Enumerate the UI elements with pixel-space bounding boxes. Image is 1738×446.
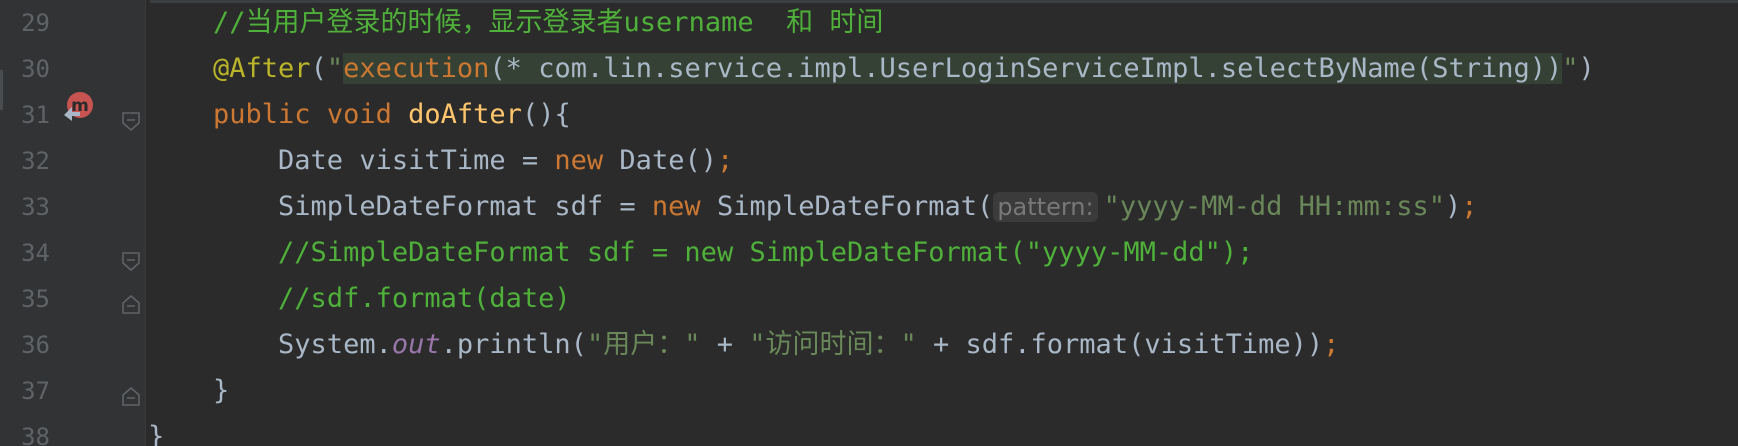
code-token: new <box>651 191 701 222</box>
line-number[interactable]: 31 <box>6 98 50 132</box>
code-token: //sdf.format(date) <box>278 283 571 314</box>
code-text[interactable]: SimpleDateFormat sdf = new SimpleDateFor… <box>148 190 1478 224</box>
code-token: " <box>1562 53 1579 84</box>
code-text[interactable]: } <box>148 374 229 408</box>
selection-highlight: execution(* com.lin.service.impl.UserLog… <box>343 53 1563 84</box>
code-token: (){ <box>521 99 571 130</box>
code-token: execution <box>343 53 490 84</box>
code-token: ( <box>310 53 327 84</box>
line-number[interactable]: 35 <box>6 282 50 316</box>
line-number[interactable]: 37 <box>6 374 50 408</box>
code-token: } <box>148 375 230 406</box>
code-text[interactable]: Date visitTime = new Date(); <box>148 144 733 178</box>
code-line[interactable]: 33 SimpleDateFormat sdf = new SimpleDate… <box>0 184 1738 230</box>
overriding-method-icon[interactable]: m <box>60 89 96 125</box>
code-token: void <box>326 99 392 130</box>
line-number[interactable]: 36 <box>6 328 50 362</box>
fold-start-icon[interactable] <box>122 248 140 272</box>
code-token: new <box>554 145 604 176</box>
code-token: public <box>213 99 311 130</box>
code-line[interactable]: 32 Date visitTime = new Date(); <box>0 138 1738 184</box>
line-number[interactable]: 32 <box>6 144 50 178</box>
code-token: ) <box>1444 191 1462 222</box>
code-token: //当用户登录的时候，显示登录者username 和 时间 <box>213 7 884 38</box>
fold-end-icon[interactable] <box>122 382 140 406</box>
fold-start-icon[interactable] <box>122 108 140 132</box>
code-token: "yyyy-MM-dd HH:mm:ss" <box>1103 191 1445 222</box>
code-token: out <box>391 329 441 360</box>
code-text[interactable]: //sdf.format(date) <box>148 282 571 316</box>
code-line[interactable]: 36 System.out.println("用户：" + "访问时间：" + … <box>0 322 1738 368</box>
code-token: (* com.lin.service.impl.UserLoginService… <box>489 53 1563 84</box>
code-token: doAfter <box>408 99 522 130</box>
code-line[interactable]: 37 } <box>0 368 1738 414</box>
code-token: ; <box>1323 329 1340 360</box>
code-text[interactable]: //当用户登录的时候，显示登录者username 和 时间 <box>148 6 883 40</box>
code-token: SimpleDateFormat sdf = <box>148 191 652 222</box>
line-number[interactable]: 38 <box>6 420 50 446</box>
code-editor[interactable]: 29 //当用户登录的时候，显示登录者username 和 时间 30 @Afte… <box>0 0 1738 446</box>
line-number[interactable]: 33 <box>6 190 50 224</box>
parameter-hint: pattern: <box>993 192 1098 222</box>
line-number[interactable]: 29 <box>6 6 50 40</box>
code-token: SimpleDateFormat( <box>700 191 994 222</box>
code-line[interactable]: 34 //SimpleDateFormat sdf = new SimpleDa… <box>0 230 1738 276</box>
code-token: + sdf.format(visitTime)) <box>916 329 1324 360</box>
code-token: " <box>326 53 344 84</box>
code-line[interactable]: 31 public void doAfter(){ <box>0 92 1738 138</box>
code-token: ; <box>1461 191 1478 222</box>
code-token: "访问时间：" <box>749 329 917 360</box>
fold-end-icon[interactable] <box>122 290 140 314</box>
code-line[interactable]: 30 @After("execution(* com.lin.service.i… <box>0 46 1738 92</box>
code-text[interactable]: @After("execution(* com.lin.service.impl… <box>148 52 1595 86</box>
code-line[interactable]: 35 //sdf.format(date) <box>0 276 1738 322</box>
code-text[interactable]: } <box>148 420 164 446</box>
code-token: .println( <box>440 329 587 360</box>
code-text[interactable]: public void doAfter(){ <box>148 98 571 132</box>
code-line[interactable]: 38} <box>0 414 1738 446</box>
code-token: ; <box>716 145 734 176</box>
code-token: //SimpleDateFormat sdf = new SimpleDateF… <box>278 237 1254 268</box>
code-token: System. <box>148 329 392 360</box>
line-number[interactable]: 30 <box>6 52 50 86</box>
line-number[interactable]: 34 <box>6 236 50 270</box>
code-text[interactable]: //SimpleDateFormat sdf = new SimpleDateF… <box>148 236 1253 270</box>
code-token: Date() <box>603 145 717 176</box>
code-token: + <box>700 329 750 360</box>
code-token: "用户：" <box>586 329 701 360</box>
code-token: } <box>148 421 165 446</box>
code-line[interactable]: 29 //当用户登录的时候，显示登录者username 和 时间 <box>0 0 1738 46</box>
code-token: @After <box>213 53 311 84</box>
code-token: Date visitTime = <box>148 145 555 176</box>
code-text[interactable]: System.out.println("用户：" + "访问时间：" + sdf… <box>148 328 1339 362</box>
code-token: ) <box>1578 53 1595 84</box>
